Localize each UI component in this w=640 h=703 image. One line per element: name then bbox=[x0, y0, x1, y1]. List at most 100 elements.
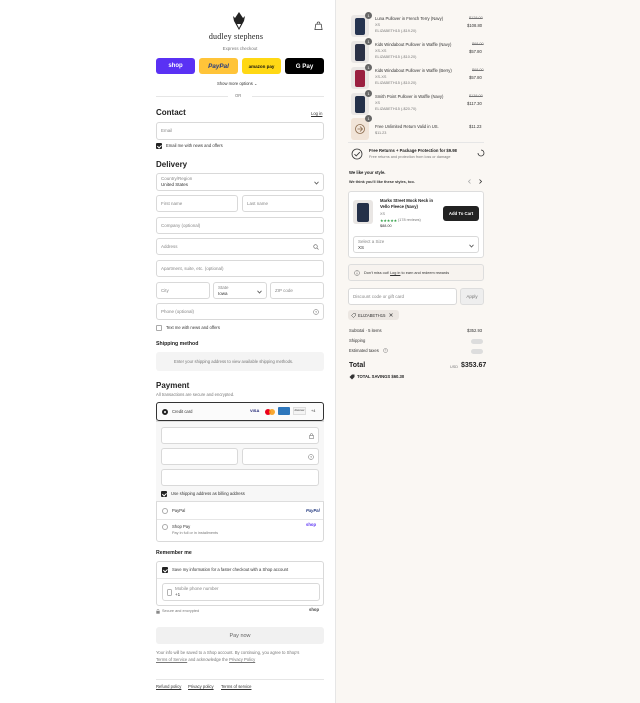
shopping-bag-icon[interactable] bbox=[314, 21, 323, 31]
remember-me-box: Save my information for a faster checkou… bbox=[156, 561, 324, 606]
rewards-banner: Don't miss out! Log in to earn and redee… bbox=[348, 264, 484, 281]
item-discount: ELIZABETH15 (-$10.20) bbox=[375, 55, 417, 59]
text-news-label: Text me with news and offers bbox=[166, 325, 220, 330]
terms-link[interactable]: Terms of Service bbox=[156, 657, 187, 662]
paypal-button[interactable]: PayPal bbox=[199, 58, 238, 74]
shop-pay-radio[interactable] bbox=[162, 524, 168, 530]
privacy-policy-link[interactable]: Privacy policy bbox=[188, 684, 214, 689]
item-original-price: $138.00 bbox=[469, 94, 483, 98]
divider bbox=[157, 519, 323, 520]
card-number-field[interactable] bbox=[161, 427, 319, 444]
security-code-field[interactable]: ? bbox=[242, 448, 319, 465]
size-select[interactable]: Select a Size XS bbox=[353, 236, 479, 253]
refund-policy-link[interactable]: Refund policy bbox=[156, 684, 181, 689]
express-checkout-label: Express checkout bbox=[222, 46, 258, 51]
apply-button[interactable]: Apply bbox=[460, 288, 484, 305]
taxes-placeholder bbox=[471, 349, 483, 354]
expiry-field[interactable] bbox=[161, 448, 238, 465]
help-icon[interactable]: ? bbox=[308, 454, 314, 460]
pay-now-button[interactable]: Pay now bbox=[156, 627, 324, 644]
google-pay-button[interactable]: G Pay bbox=[285, 58, 324, 74]
shop-pay-label[interactable]: Shop Pay bbox=[172, 524, 190, 529]
phone-field[interactable]: Phone (optional) ? bbox=[156, 303, 324, 320]
brand-name: dudley stephens bbox=[208, 32, 264, 41]
apartment-field[interactable]: Apartment, suite, etc. (optional) bbox=[156, 260, 324, 277]
mobile-phone-field[interactable]: Mobile phone number +1 bbox=[162, 583, 320, 601]
discount-tag: ELIZABETH15 bbox=[348, 310, 399, 320]
privacy-link[interactable]: Privacy Policy bbox=[229, 657, 255, 662]
item-name: Luna Pullover in French Terry (Navy) bbox=[375, 16, 444, 21]
shop-pay-button[interactable]: shop bbox=[156, 58, 195, 74]
item-name: Smith Point Pullover in Waffle (Navy) bbox=[375, 94, 444, 99]
savings-tag-icon bbox=[349, 374, 355, 380]
amazon-pay-button[interactable]: amazon pay bbox=[242, 58, 281, 74]
rewards-login-link[interactable]: Log in bbox=[390, 271, 400, 275]
save-info-checkbox[interactable] bbox=[162, 567, 168, 573]
divider bbox=[252, 96, 324, 97]
address-field[interactable]: Address bbox=[156, 238, 324, 255]
remember-me-title: Remember me bbox=[156, 550, 192, 556]
city-field[interactable]: City bbox=[156, 282, 210, 299]
last-name-field[interactable]: Last name bbox=[242, 195, 324, 212]
paypal-radio[interactable] bbox=[162, 508, 168, 514]
show-more-options[interactable]: Show more options ⌄ bbox=[217, 81, 258, 86]
mastercard-icon bbox=[265, 409, 275, 415]
zip-field[interactable]: ZIP code bbox=[270, 282, 324, 299]
state-select[interactable]: State Iowa bbox=[213, 282, 267, 299]
divider bbox=[348, 142, 484, 143]
item-price: $11.23 bbox=[469, 124, 482, 129]
phone-icon bbox=[167, 589, 172, 596]
email-field[interactable]: Email bbox=[156, 122, 324, 140]
credit-card-radio[interactable] bbox=[162, 409, 168, 415]
item-variant: $11.23 bbox=[375, 131, 387, 135]
country-select[interactable]: Country/Region United States bbox=[156, 173, 324, 191]
chevron-left-icon[interactable] bbox=[467, 179, 472, 184]
shipping-method-box: Enter your shipping address to view avai… bbox=[156, 352, 324, 371]
help-icon[interactable]: ? bbox=[313, 309, 319, 315]
add-to-cart-button[interactable]: Add To Cart bbox=[443, 206, 479, 221]
shop-pay-subtitle: Pay in full or in installments bbox=[172, 531, 219, 535]
first-name-field[interactable]: First name bbox=[156, 195, 238, 212]
news-checkbox[interactable] bbox=[156, 143, 162, 149]
more-cards-label: +4 bbox=[311, 409, 316, 413]
name-on-card-field[interactable] bbox=[161, 469, 319, 486]
order-summary: 1 Luna Pullover in French Terry (Navy) X… bbox=[336, 0, 640, 703]
loading-spinner-icon bbox=[477, 149, 485, 157]
subtotal-label: Subtotal · 5 items bbox=[349, 328, 382, 333]
secure-label: Secure and encrypted bbox=[162, 609, 200, 613]
credit-card-option[interactable]: Credit card VISA discover +4 bbox=[156, 402, 324, 421]
save-info-label: Save my information for a faster checkou… bbox=[172, 567, 289, 572]
news-label: Email me with news and offers bbox=[166, 143, 223, 148]
shipping-method-note: Enter your shipping address to view avai… bbox=[174, 359, 294, 364]
shipping-method-title: Shipping method bbox=[156, 341, 199, 347]
item-original-price: $128.00 bbox=[469, 16, 483, 20]
paypal-label[interactable]: PayPal bbox=[172, 508, 185, 513]
quantity-badge: 1 bbox=[365, 64, 372, 71]
item-variant: XS-XS bbox=[375, 75, 387, 79]
checkout-main: dudley stephens Express checkout shop Pa… bbox=[0, 0, 336, 703]
item-name: Free Unlimited Return Valid in US. bbox=[375, 124, 439, 129]
upsell-product-name: Marks Street Mock Neck in Vello Fleece (… bbox=[380, 198, 434, 209]
item-discount: ELIZABETH15 (-$19.20) bbox=[375, 29, 417, 33]
discount-code-field[interactable]: Discount code or gift card bbox=[348, 288, 457, 305]
item-price: $57.80 bbox=[469, 49, 482, 54]
currency-label: USD bbox=[450, 365, 459, 369]
upsell-title: We like your style. bbox=[349, 170, 386, 175]
protection-title: Free Returns + Package Protection for $9… bbox=[369, 148, 457, 153]
company-field[interactable]: Company (optional) bbox=[156, 217, 324, 234]
close-icon[interactable] bbox=[389, 313, 394, 317]
item-original-price: $68.00 bbox=[472, 42, 484, 46]
chevron-down-icon bbox=[469, 244, 474, 248]
help-icon[interactable]: ? bbox=[383, 348, 388, 353]
item-price: $117.30 bbox=[467, 101, 482, 106]
text-news-checkbox[interactable] bbox=[156, 325, 162, 331]
amex-icon bbox=[278, 407, 290, 415]
billing-checkbox[interactable] bbox=[161, 491, 167, 497]
upsell-product-image bbox=[353, 200, 373, 224]
paypal-logo: PayPal bbox=[306, 508, 320, 513]
lock-icon bbox=[309, 433, 314, 439]
total-label: Total bbox=[349, 362, 366, 369]
terms-of-service-link[interactable]: Terms of service bbox=[221, 684, 251, 689]
login-link[interactable]: Log in bbox=[311, 111, 322, 116]
chevron-right-icon[interactable] bbox=[478, 179, 483, 184]
